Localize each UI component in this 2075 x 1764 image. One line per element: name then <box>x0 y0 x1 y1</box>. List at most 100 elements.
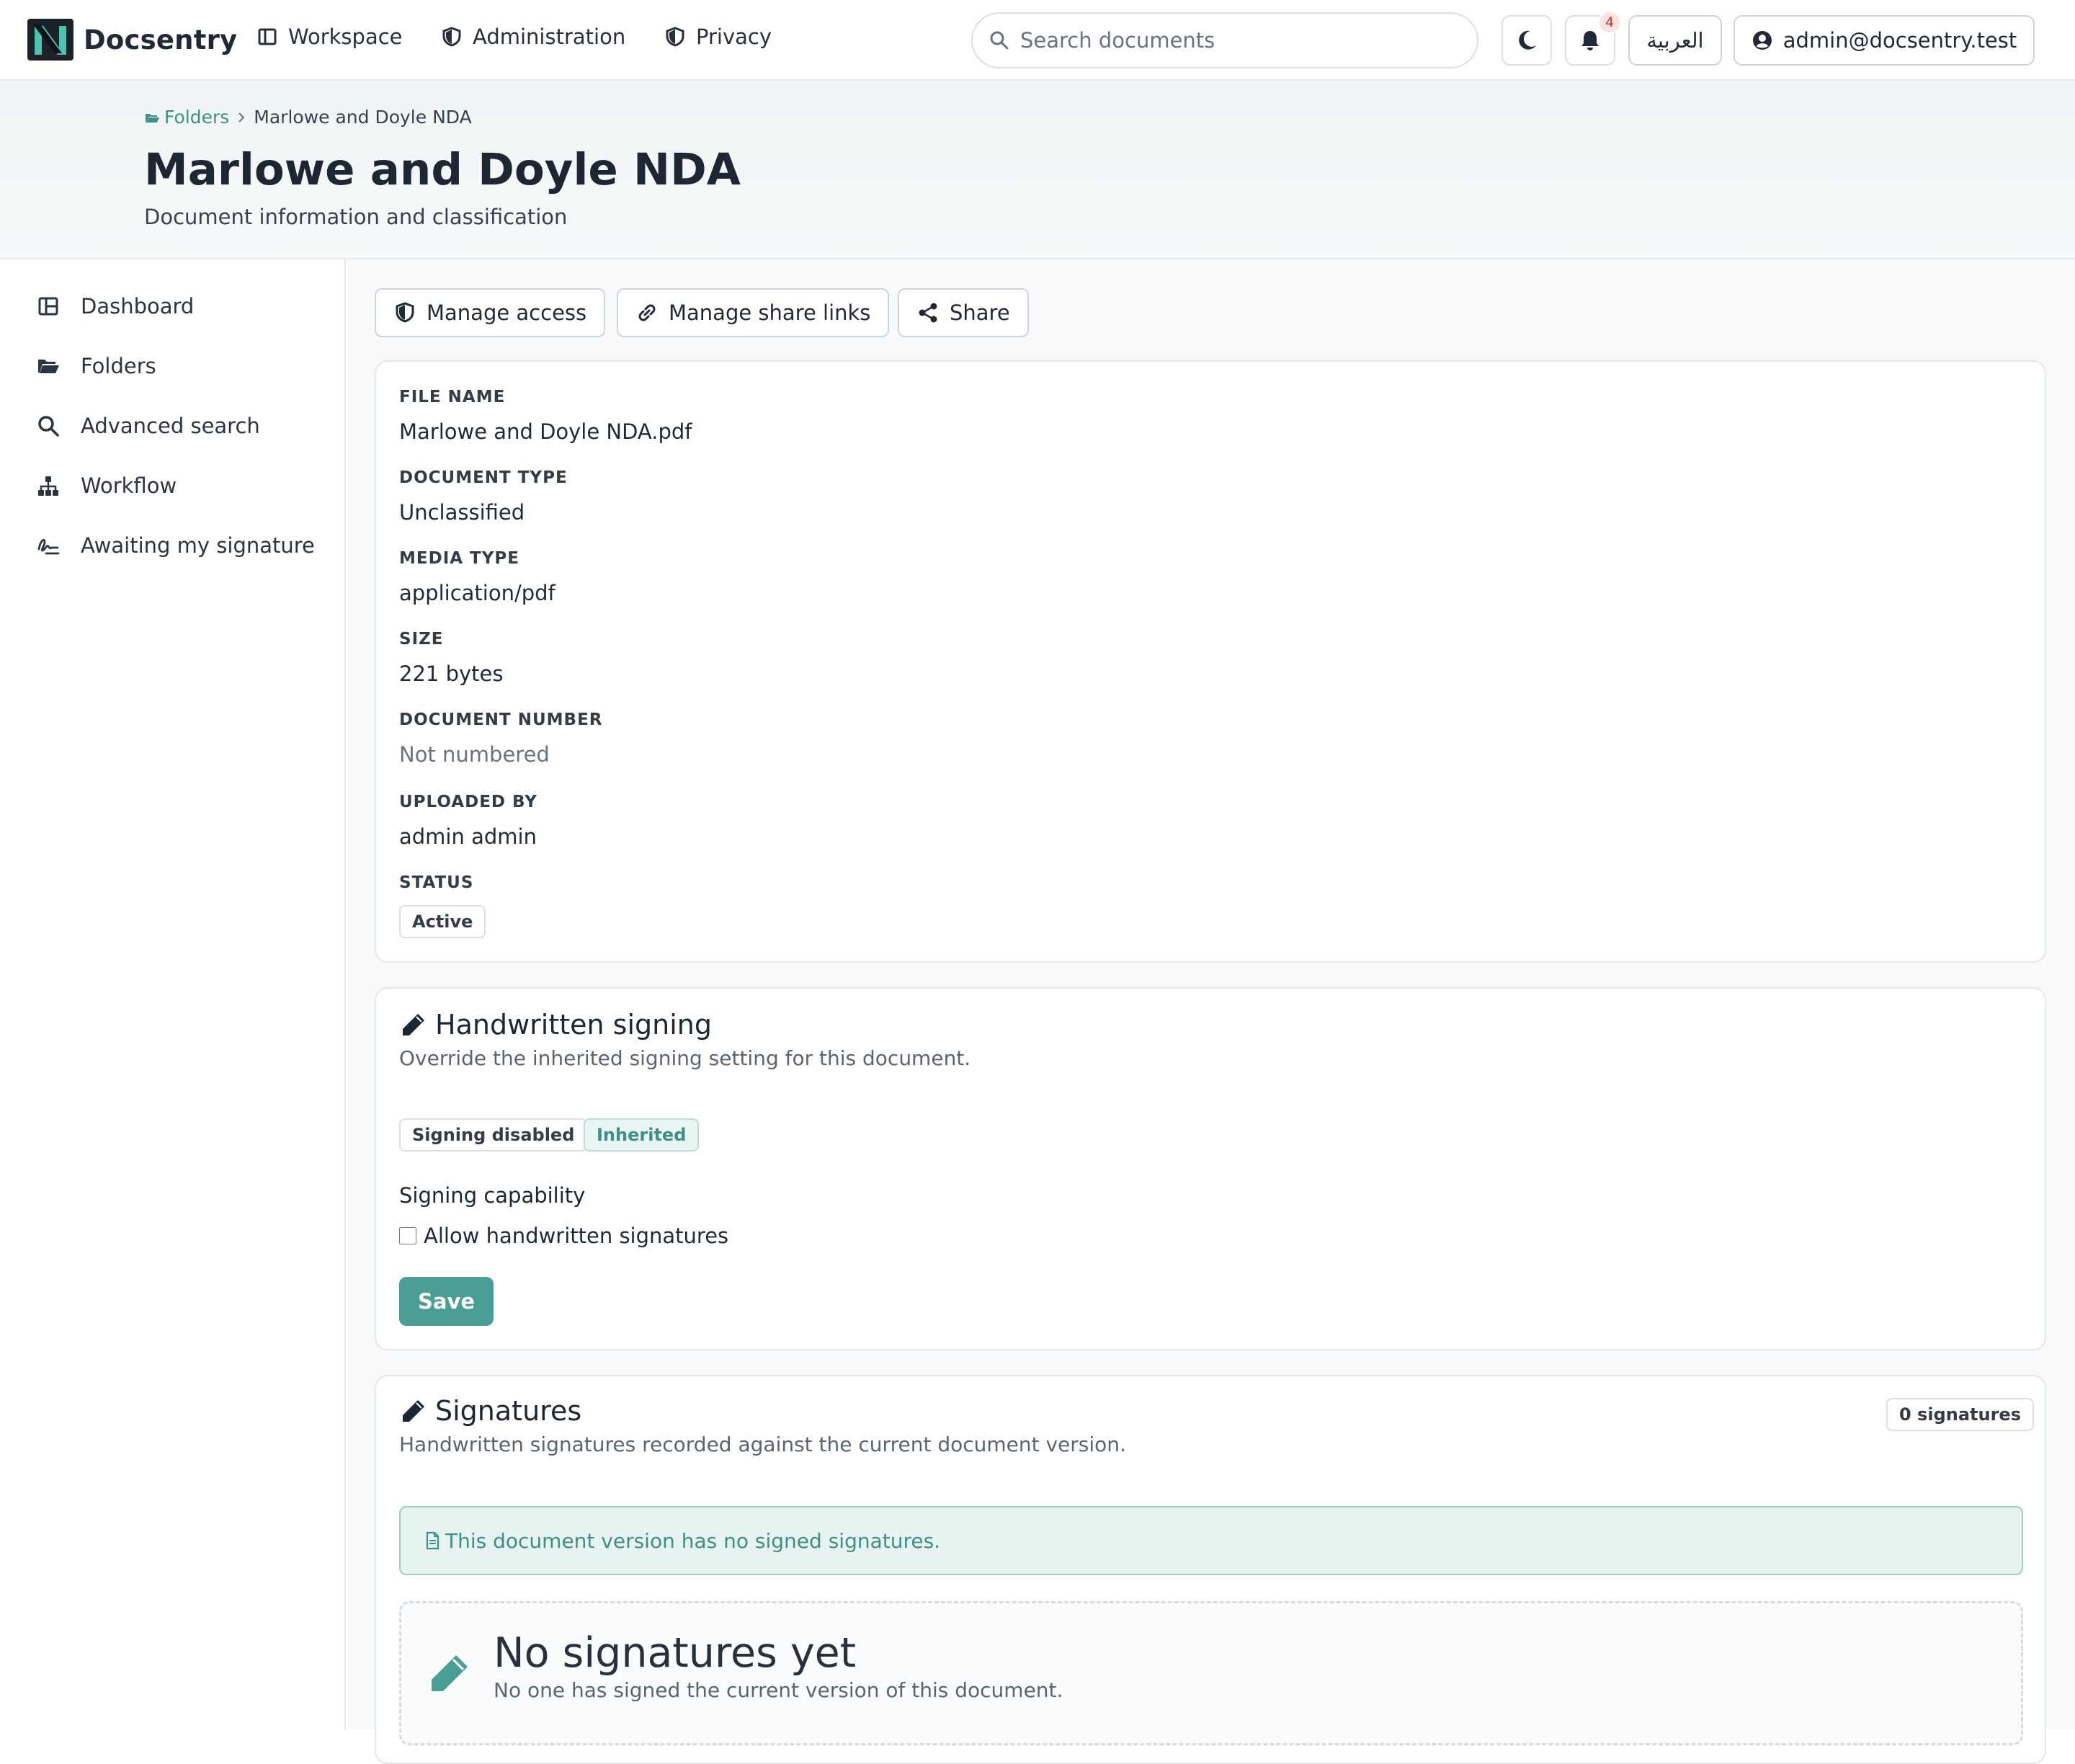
sidebar-item-advanced-search[interactable]: Advanced search <box>36 414 260 438</box>
folder-open-icon <box>38 360 59 373</box>
signatures-card: Signatures 0 signatures Handwritten sign… <box>375 1375 2046 1764</box>
page-header: Folders Marlowe and Doyle NDA Marlowe an… <box>0 81 2075 259</box>
signing-state-badge: Signing disabled <box>399 1118 588 1152</box>
language-switch-button[interactable]: العربية <box>1628 15 1722 66</box>
breadcrumb-folders-link[interactable]: Folders <box>144 107 229 128</box>
signature-icon <box>37 538 60 555</box>
user-menu-button[interactable]: admin@docsentry.test <box>1733 15 2035 66</box>
uploaded-by-label: UPLOADED BY <box>399 793 537 811</box>
document-number-value: Not numbered <box>399 742 550 767</box>
handwritten-signing-heading: Handwritten signing <box>399 1009 712 1041</box>
manage-share-links-label: Manage share links <box>669 300 871 325</box>
nav-administration-label: Administration <box>473 24 626 49</box>
nav-workspace[interactable]: Workspace <box>256 24 403 49</box>
signatures-heading: Signatures <box>399 1395 581 1427</box>
sidebar-item-label: Workflow <box>81 473 177 498</box>
main-content: Manage access Manage share links Share F… <box>347 259 2075 1764</box>
sidebar-item-label: Awaiting my signature <box>81 533 315 558</box>
page-title: Marlowe and Doyle NDA <box>144 144 741 195</box>
pen-icon <box>403 1014 424 1035</box>
sidebar-item-workflow[interactable]: Workflow <box>36 473 177 498</box>
document-details-card: FILE NAME Marlowe and Doyle NDA.pdf DOCU… <box>375 360 2046 963</box>
pen-icon <box>432 1655 468 1691</box>
allow-signatures-label: Allow handwritten signatures <box>424 1224 729 1248</box>
search-input[interactable] <box>1020 28 1452 53</box>
share-label: Share <box>950 300 1010 325</box>
sidebar-item-folders[interactable]: Folders <box>36 354 156 378</box>
notification-count-badge: 4 <box>1598 11 1621 34</box>
share-icon <box>919 303 937 323</box>
manage-access-label: Manage access <box>427 300 587 325</box>
document-type-label: DOCUMENT TYPE <box>399 468 568 487</box>
shield-icon <box>666 27 684 47</box>
document-number-label: DOCUMENT NUMBER <box>399 710 603 729</box>
user-email: admin@docsentry.test <box>1782 28 2017 53</box>
manage-share-links-button[interactable]: Manage share links <box>617 288 890 337</box>
size-value: 221 bytes <box>399 662 504 686</box>
shield-icon <box>442 27 461 47</box>
brand-name: Docsentry <box>84 24 238 55</box>
no-signatures-alert-text: This document version has no signed sign… <box>445 1528 941 1553</box>
signing-capability-label: Signing capability <box>399 1183 586 1208</box>
document-type-value: Unclassified <box>399 500 525 525</box>
theme-toggle-button[interactable] <box>1501 15 1552 66</box>
file-icon <box>426 1531 439 1550</box>
empty-state-description: No one has signed the current version of… <box>494 1678 1063 1702</box>
sidebar: Dashboard Folders Advanced search Workfl… <box>0 259 346 1729</box>
docsentry-logo-icon <box>27 19 73 61</box>
shield-icon <box>396 302 414 323</box>
moon-icon <box>1519 30 1536 50</box>
folder-open-icon <box>146 113 159 122</box>
sidebar-item-label: Advanced search <box>81 414 260 438</box>
search-icon <box>38 416 59 437</box>
nav-workspace-label: Workspace <box>288 24 403 49</box>
size-label: SIZE <box>399 630 444 649</box>
inherited-badge: Inherited <box>584 1118 700 1152</box>
no-signatures-alert: This document version has no signed sign… <box>399 1506 2023 1575</box>
chevron-right-icon <box>238 112 245 122</box>
media-type-label: MEDIA TYPE <box>399 549 519 568</box>
sidebar-item-dashboard[interactable]: Dashboard <box>36 294 194 318</box>
breadcrumb-root-label: Folders <box>164 107 230 128</box>
sidebar-item-awaiting-signature[interactable]: Awaiting my signature <box>36 533 315 558</box>
breadcrumb-current: Marlowe and Doyle NDA <box>254 107 472 128</box>
manage-access-button[interactable]: Manage access <box>375 288 606 337</box>
empty-state-title: No signatures yet <box>494 1629 857 1677</box>
user-circle-icon <box>1752 31 1772 50</box>
save-button[interactable]: Save <box>399 1277 494 1326</box>
file-name-value: Marlowe and Doyle NDA.pdf <box>399 419 692 444</box>
search-bar <box>971 12 1478 68</box>
uploaded-by-value: admin admin <box>399 824 537 849</box>
file-name-label: FILE NAME <box>399 388 506 406</box>
breadcrumb: Folders Marlowe and Doyle NDA <box>144 107 472 128</box>
nav-privacy-label: Privacy <box>696 24 772 49</box>
columns-icon <box>258 28 277 45</box>
sitemap-icon <box>38 476 58 496</box>
allow-signatures-option[interactable]: Allow handwritten signatures <box>399 1224 728 1248</box>
pen-icon <box>403 1400 424 1422</box>
search-icon <box>990 31 1009 50</box>
share-button[interactable]: Share <box>898 288 1029 337</box>
signatures-title: Signatures <box>435 1395 582 1427</box>
nav-administration[interactable]: Administration <box>441 24 625 49</box>
signatures-description: Handwritten signatures recorded against … <box>399 1433 1126 1456</box>
sidebar-item-label: Dashboard <box>81 294 195 318</box>
media-type-value: application/pdf <box>399 581 555 605</box>
brand[interactable]: Docsentry <box>27 19 237 61</box>
handwritten-signing-description: Override the inherited signing setting f… <box>399 1046 971 1070</box>
status-label: STATUS <box>399 873 474 892</box>
allow-signatures-checkbox[interactable] <box>399 1227 416 1244</box>
status-badge: Active <box>399 905 486 938</box>
language-label: العربية <box>1646 28 1704 53</box>
empty-state: No signatures yet No one has signed the … <box>399 1601 2023 1745</box>
notifications-button[interactable]: 4 <box>1565 11 1621 66</box>
bell-icon <box>1581 31 1599 50</box>
sidebar-item-label: Folders <box>81 354 156 378</box>
signature-count-badge: 0 signatures <box>1886 1398 2034 1431</box>
dashboard-icon <box>38 297 58 316</box>
top-navbar: Docsentry Workspace Administration Priva… <box>0 0 2075 81</box>
nav-privacy[interactable]: Privacy <box>664 24 772 49</box>
link-icon <box>638 304 656 321</box>
page-subtitle: Document information and classification <box>144 205 568 229</box>
handwritten-signing-card: Handwritten signing Override the inherit… <box>375 987 2046 1350</box>
